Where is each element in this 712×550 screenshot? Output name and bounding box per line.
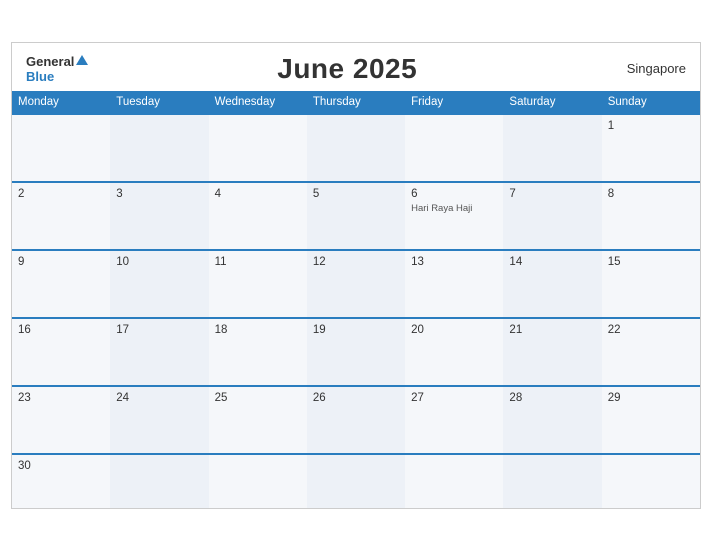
header-saturday: Saturday	[503, 91, 601, 113]
cell-w2-fri: 6 Hari Raya Haji	[405, 183, 503, 249]
cell-w4-wed: 18	[209, 319, 307, 385]
logo-blue-text: Blue	[26, 69, 54, 84]
cell-w5-fri: 27	[405, 387, 503, 453]
cell-w4-mon: 16	[12, 319, 110, 385]
cell-w3-sun: 15	[602, 251, 700, 317]
cell-w1-wed	[209, 115, 307, 181]
cell-w3-tue: 10	[110, 251, 208, 317]
day-headers: Monday Tuesday Wednesday Thursday Friday…	[12, 91, 700, 113]
cell-w4-fri: 20	[405, 319, 503, 385]
cell-w2-tue: 3	[110, 183, 208, 249]
cell-w6-sun	[602, 455, 700, 508]
cell-w1-tue	[110, 115, 208, 181]
logo: General Blue	[26, 54, 88, 84]
logo-general-text: General	[26, 54, 74, 69]
cell-w4-sun: 22	[602, 319, 700, 385]
cell-w6-wed	[209, 455, 307, 508]
calendar-header: General Blue June 2025 Singapore	[12, 43, 700, 91]
cell-w1-sun: 1	[602, 115, 700, 181]
cell-w4-sat: 21	[503, 319, 601, 385]
cell-w2-wed: 4	[209, 183, 307, 249]
cell-w6-thu	[307, 455, 405, 508]
cell-w3-mon: 9	[12, 251, 110, 317]
cell-w5-mon: 23	[12, 387, 110, 453]
week-row-6: 30	[12, 453, 700, 508]
header-sunday: Sunday	[602, 91, 700, 113]
cell-w2-sat: 7	[503, 183, 601, 249]
week-row-1: 1	[12, 113, 700, 181]
cell-w6-sat	[503, 455, 601, 508]
cell-w3-fri: 13	[405, 251, 503, 317]
header-friday: Friday	[405, 91, 503, 113]
week-row-4: 16 17 18 19 20 21 22	[12, 317, 700, 385]
cell-w1-fri	[405, 115, 503, 181]
header-monday: Monday	[12, 91, 110, 113]
cell-w5-sat: 28	[503, 387, 601, 453]
cell-w1-thu	[307, 115, 405, 181]
calendar: General Blue June 2025 Singapore Monday …	[11, 42, 701, 509]
country-label: Singapore	[606, 61, 686, 76]
cell-w5-thu: 26	[307, 387, 405, 453]
cell-w1-sat	[503, 115, 601, 181]
month-title: June 2025	[88, 53, 606, 85]
cell-w3-thu: 12	[307, 251, 405, 317]
cell-w5-tue: 24	[110, 387, 208, 453]
calendar-body: 1 2 3 4 5 6 Hari Raya Haji 7 8 9 10 11 1…	[12, 113, 700, 508]
week-row-3: 9 10 11 12 13 14 15	[12, 249, 700, 317]
cell-w6-fri	[405, 455, 503, 508]
header-wednesday: Wednesday	[209, 91, 307, 113]
cell-w4-thu: 19	[307, 319, 405, 385]
cell-w2-sun: 8	[602, 183, 700, 249]
header-tuesday: Tuesday	[110, 91, 208, 113]
cell-w3-wed: 11	[209, 251, 307, 317]
logo-triangle-icon	[76, 55, 88, 65]
cell-w6-mon: 30	[12, 455, 110, 508]
cell-w1-mon	[12, 115, 110, 181]
week-row-2: 2 3 4 5 6 Hari Raya Haji 7 8	[12, 181, 700, 249]
cell-w3-sat: 14	[503, 251, 601, 317]
cell-w2-thu: 5	[307, 183, 405, 249]
header-thursday: Thursday	[307, 91, 405, 113]
cell-w6-tue	[110, 455, 208, 508]
week-row-5: 23 24 25 26 27 28 29	[12, 385, 700, 453]
cell-w5-sun: 29	[602, 387, 700, 453]
cell-w4-tue: 17	[110, 319, 208, 385]
cell-w2-mon: 2	[12, 183, 110, 249]
cell-w5-wed: 25	[209, 387, 307, 453]
